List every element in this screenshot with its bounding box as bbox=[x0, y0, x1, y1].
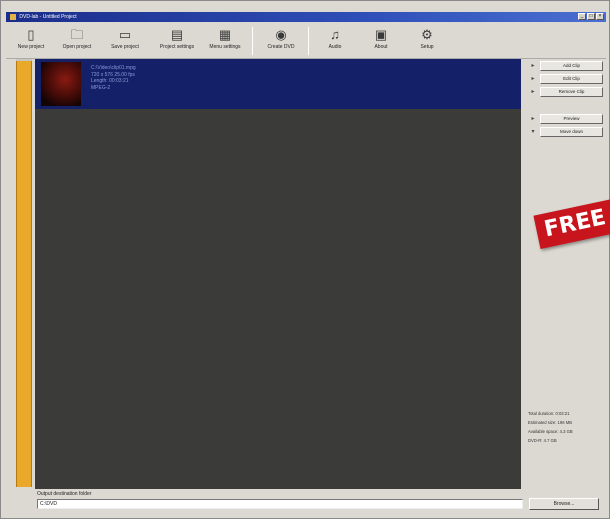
folder-open-icon: 🗀 bbox=[70, 27, 84, 42]
setup-icon: ⚙ bbox=[421, 27, 433, 42]
minimize-icon[interactable]: _ bbox=[578, 13, 586, 20]
close-icon[interactable]: × bbox=[596, 13, 604, 20]
toolbar-button-create-dvd[interactable]: ◉ Create DVD bbox=[258, 25, 304, 57]
window-controls: _ □ × bbox=[578, 13, 604, 20]
media-info: C:\Video\clip01.mpg 720 x 576 25.00 fps … bbox=[91, 65, 136, 91]
toolbar-separator bbox=[308, 27, 309, 55]
toolbar-label: Create DVD bbox=[267, 44, 295, 50]
toolbar: ▯ New project 🗀 Open project ▭ Save proj… bbox=[6, 23, 606, 59]
toolbar-button-project-settings[interactable]: ▤ Project settings bbox=[154, 25, 200, 57]
button-label: Move down bbox=[540, 127, 603, 137]
application-window: DVD-lab - Untitled Project _ □ × ▯ New p… bbox=[0, 0, 610, 519]
destination-label: Output destination folder bbox=[37, 491, 92, 497]
title-bar: DVD-lab - Untitled Project _ □ × bbox=[6, 12, 606, 22]
edit-clip-icon: ▸ bbox=[531, 76, 535, 82]
toolbar-label: New project bbox=[17, 44, 45, 50]
move-down-icon: ▾ bbox=[531, 129, 535, 135]
button-label: Edit Clip bbox=[540, 74, 603, 84]
window-title: DVD-lab - Untitled Project bbox=[19, 14, 77, 20]
media-info-line: Length: 00:03:21 bbox=[91, 78, 129, 84]
media-info-line: C:\Video\clip01.mpg bbox=[91, 65, 136, 71]
media-info-line: MPEG-2 bbox=[91, 84, 111, 91]
toolbar-button-setup[interactable]: ⚙ Setup bbox=[404, 25, 450, 57]
preview-icon: ▸ bbox=[531, 116, 535, 122]
stat-line: Total duration: 0:03:21 bbox=[528, 411, 570, 416]
toolbar-label: Open project bbox=[62, 44, 92, 50]
remove-clip-button[interactable]: ▸ Remove Clip bbox=[527, 87, 605, 97]
toolbar-button-save-project[interactable]: ▭ Save project bbox=[102, 25, 148, 57]
media-item[interactable]: C:\Video\clip01.mpg 720 x 576 25.00 fps … bbox=[35, 59, 521, 109]
project-area[interactable]: C:\Video\clip01.mpg 720 x 576 25.00 fps … bbox=[35, 59, 521, 489]
toolbar-label: Audio bbox=[328, 44, 342, 50]
menu-settings-icon: ▦ bbox=[218, 27, 232, 42]
save-icon: ▭ bbox=[118, 27, 132, 42]
toolbar-button-audio[interactable]: ♫ Audio bbox=[312, 25, 358, 57]
add-clip-icon: ▸ bbox=[531, 63, 535, 69]
toolbar-button-menu-settings[interactable]: ▦ Menu settings bbox=[202, 25, 248, 57]
stat-line: Available space: 4.3 GB bbox=[528, 429, 573, 434]
stat-line: DVD-R: 4.7 GB bbox=[528, 438, 557, 443]
preview-button[interactable]: ▸ Preview bbox=[527, 114, 605, 124]
about-icon: ▣ bbox=[374, 27, 388, 42]
toolbar-button-new-project[interactable]: ▯ New project bbox=[8, 25, 54, 57]
toolbar-label: Setup bbox=[420, 44, 434, 50]
toolbar-separator bbox=[252, 27, 253, 55]
remove-clip-icon: ▸ bbox=[531, 89, 535, 95]
button-label: Add Clip bbox=[540, 61, 603, 71]
new-project-icon: ▯ bbox=[27, 27, 35, 42]
toolbar-label: Save project bbox=[111, 44, 139, 50]
toolbar-label: Project settings bbox=[159, 44, 195, 50]
edit-clip-button[interactable]: ▸ Edit Clip bbox=[527, 74, 605, 84]
add-clip-button[interactable]: ▸ Add Clip bbox=[527, 61, 605, 71]
toolbar-label: About bbox=[374, 44, 388, 50]
move-down-button[interactable]: ▾ Move down bbox=[527, 127, 605, 137]
toolbar-button-about[interactable]: ▣ About bbox=[358, 25, 404, 57]
app-icon bbox=[10, 13, 16, 20]
timeline-sidebar[interactable] bbox=[16, 61, 32, 487]
destination-input[interactable]: C:\DVD bbox=[37, 499, 523, 509]
create-dvd-icon: ◉ bbox=[275, 27, 287, 42]
stat-line: Estimated size: 196 MB bbox=[528, 420, 572, 425]
project-settings-icon: ▤ bbox=[170, 27, 184, 42]
audio-icon: ♫ bbox=[330, 27, 340, 42]
project-stats: Total duration: 0:03:21 Estimated size: … bbox=[528, 411, 608, 447]
browse-button[interactable]: Browse... bbox=[529, 498, 599, 510]
video-thumbnail[interactable] bbox=[41, 62, 81, 106]
maximize-icon[interactable]: □ bbox=[587, 13, 595, 20]
button-label: Remove Clip bbox=[540, 87, 603, 97]
button-label: Preview bbox=[540, 114, 603, 124]
toolbar-button-open-project[interactable]: 🗀 Open project bbox=[54, 25, 100, 57]
toolbar-label: Menu settings bbox=[209, 44, 241, 50]
